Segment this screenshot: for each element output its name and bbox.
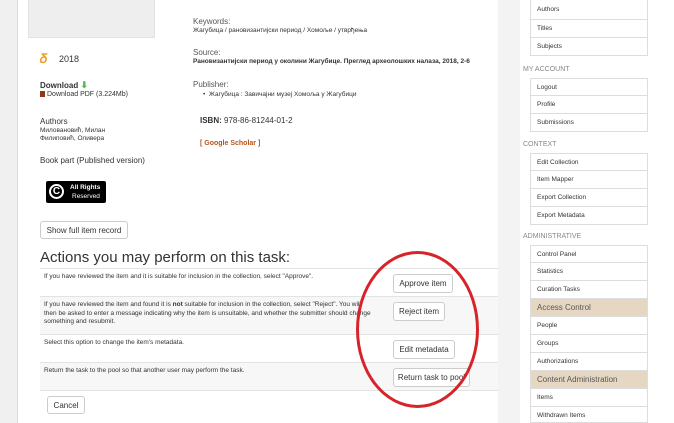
- author-link[interactable]: Филиповић, Оливера: [40, 135, 104, 142]
- sidebar-item-groups[interactable]: Groups: [530, 335, 648, 353]
- open-access-icon: 𝛿: [40, 51, 48, 66]
- sidebar-section-content-administration: Content Administration: [530, 371, 648, 389]
- isbn-label: ISBN:: [200, 116, 222, 125]
- sidebar-item-items[interactable]: Items: [530, 389, 648, 407]
- keywords-label: Keywords:: [193, 17, 231, 26]
- right-gutter: [654, 0, 674, 423]
- show-full-record-button[interactable]: Show full item record: [40, 221, 128, 239]
- author-link[interactable]: Миловановић, Милан: [40, 127, 105, 134]
- task-description: If you have reviewed the item and found …: [44, 301, 371, 325]
- sidebar-item-titles[interactable]: Titles: [530, 20, 648, 38]
- sidebar-item-submissions[interactable]: Submissions: [530, 114, 648, 132]
- task-description: Return the task to the pool so that anot…: [44, 367, 245, 374]
- sidebar-item-authorizations[interactable]: Authorizations: [530, 353, 648, 371]
- sidebar-item-authors[interactable]: Authors: [530, 0, 648, 20]
- sidebar-item-logout[interactable]: Logout: [530, 78, 648, 96]
- sidebar-item-item-mapper[interactable]: Item Mapper: [530, 171, 648, 189]
- rights-line1: All Rights: [70, 184, 101, 191]
- download-label: Download: [40, 81, 79, 90]
- sidebar-item-curation-tasks[interactable]: Curation Tasks: [530, 281, 648, 299]
- isbn-value: 978-86-81244-01-2: [224, 116, 293, 125]
- task-actions-heading: Actions you may perform on this task:: [40, 249, 291, 266]
- publisher-value: • Жагубица : Завичајни музеј Хомоља у Жа…: [203, 91, 357, 98]
- task-description: If you have reviewed the item and it is …: [44, 273, 314, 280]
- approve-item-button[interactable]: Approve item: [393, 274, 453, 293]
- item-thumbnail[interactable]: [28, 0, 155, 38]
- download-heading: Download ⬇: [40, 80, 88, 91]
- item-year: 2018: [59, 54, 80, 64]
- sidebar-item-export-metadata[interactable]: Export Metadata: [530, 207, 648, 225]
- isbn-line: ISBN: 978-86-81244-01-2: [200, 116, 293, 125]
- my-account-heading: MY ACCOUNT: [523, 66, 570, 73]
- pdf-icon: [40, 91, 45, 97]
- keywords-value[interactable]: Жагубица / рановизантијски период / Хомо…: [193, 27, 367, 34]
- context-heading: CONTEXT: [523, 141, 557, 148]
- sidebar-item-edit-collection[interactable]: Edit Collection: [530, 153, 648, 171]
- reject-item-button[interactable]: Reject item: [393, 302, 445, 321]
- sidebar-item-people[interactable]: People: [530, 317, 648, 335]
- authors-heading: Authors: [40, 117, 68, 126]
- administrative-heading: ADMINISTRATIVE: [523, 233, 582, 240]
- rights-badge[interactable]: C All Rights Reserved: [46, 181, 106, 203]
- download-pdf-label: Download PDF (3.224Mb): [47, 91, 128, 98]
- publisher-text: Жагубица : Завичајни музеј Хомоља у Жагу…: [208, 91, 357, 98]
- sidebar-item-control-panel[interactable]: Control Panel: [530, 245, 648, 263]
- return-to-pool-button[interactable]: Return task to pool: [393, 368, 470, 387]
- edit-metadata-button[interactable]: Edit metadata: [393, 340, 455, 359]
- sidebar-item-subjects[interactable]: Subjects: [530, 38, 648, 56]
- left-gutter: [0, 0, 18, 423]
- source-label: Source:: [193, 48, 221, 57]
- publisher-label: Publisher:: [193, 80, 229, 89]
- download-pdf-link[interactable]: Download PDF (3.224Mb): [40, 91, 128, 98]
- download-arrow-icon: ⬇: [80, 80, 88, 90]
- sidebar-item-statistics[interactable]: Statistics: [530, 263, 648, 281]
- rights-line2: Reserved: [72, 193, 100, 200]
- task-row-cancel: [40, 390, 498, 418]
- source-value: Рановизантијски период у околини Жагубиц…: [193, 58, 470, 65]
- sidebar-item-withdrawn-items[interactable]: Withdrawn Items: [530, 407, 648, 423]
- copyright-icon: C: [49, 184, 64, 199]
- sidebar-item-profile[interactable]: Profile: [530, 96, 648, 114]
- column-gap: [498, 0, 520, 423]
- item-type: Book part (Published version): [40, 156, 145, 165]
- sidebar-item-export-collection[interactable]: Export Collection: [530, 189, 648, 207]
- cancel-button[interactable]: Cancel: [47, 396, 85, 414]
- sidebar-section-access-control: Access Control: [530, 299, 648, 317]
- task-description: Select this option to change the item's …: [44, 339, 184, 346]
- google-scholar-link[interactable]: [ Google Scholar ]: [200, 140, 260, 147]
